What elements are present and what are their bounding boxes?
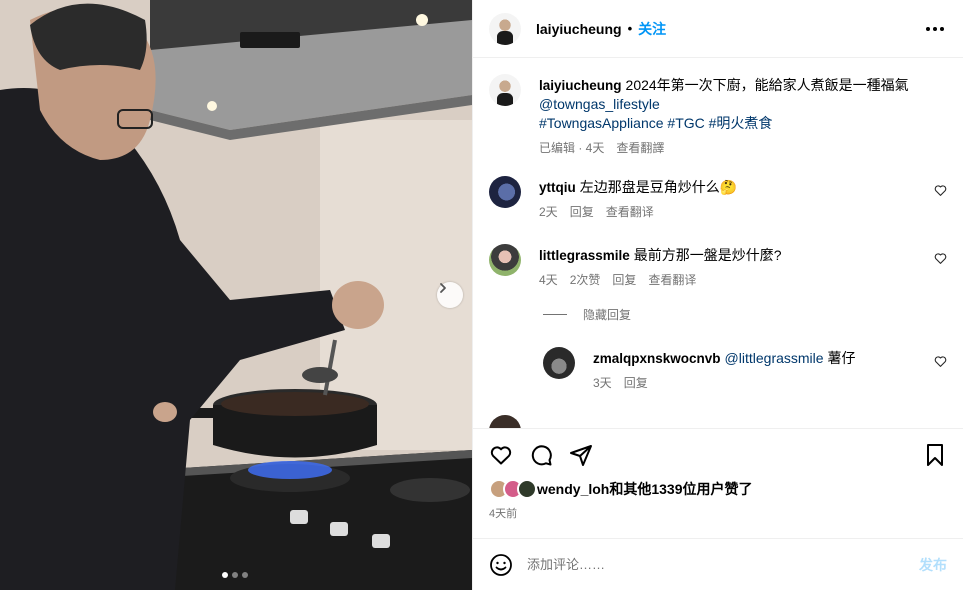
post-actions: wendy_loh和其他1339位用户赞了 4天前: [473, 428, 963, 538]
cooking-photo: [0, 0, 472, 590]
comment-username[interactable]: littlegrassmile: [539, 248, 630, 263]
comment-reply-button[interactable]: 回复: [570, 203, 594, 222]
comment-reply: zmalqpxnskwocnvb @littlegrassmile 薯仔 3天 回…: [543, 347, 947, 393]
comment-input[interactable]: [527, 557, 919, 572]
liker-avatars: [489, 479, 537, 499]
reply-time: 3天: [593, 376, 612, 390]
comment-time: 2天: [539, 205, 558, 219]
comment-time: 4天: [539, 273, 558, 287]
like-reply-heart-icon[interactable]: [934, 355, 947, 368]
caption-mention[interactable]: @towngas_lifestyle: [539, 95, 947, 114]
reply-reply-button[interactable]: 回复: [624, 374, 648, 393]
post-photo[interactable]: [0, 0, 472, 590]
reply-mention[interactable]: @littlegrassmile: [725, 350, 824, 366]
caption-translate-button[interactable]: 查看翻譯: [616, 139, 664, 158]
post-header: laiyiucheung • 关注: [473, 0, 963, 58]
comment-translate-button[interactable]: 查看翻译: [648, 271, 696, 290]
comment: littlegrassmile 最前方那一盤是炒什麼? 4天 2次赞 回复 查看翻…: [489, 244, 947, 290]
hide-replies-button[interactable]: 隐藏回复: [543, 306, 947, 323]
comment-bubble-icon[interactable]: [529, 443, 553, 467]
post-comment-button[interactable]: 发布: [919, 555, 947, 575]
commenter-avatar[interactable]: [489, 244, 521, 276]
reply-username[interactable]: zmalqpxnskwocnvb: [593, 351, 721, 366]
carousel-dot: [242, 572, 248, 578]
comment-text: 最前方那一盤是炒什麼?: [633, 247, 782, 263]
bookmark-icon[interactable]: [923, 443, 947, 467]
commenter-avatar[interactable]: [489, 415, 521, 428]
carousel-indicator: [222, 572, 248, 578]
comment-username[interactable]: yttqiu: [539, 180, 576, 195]
like-comment-heart-icon[interactable]: [934, 184, 947, 197]
carousel-dot: [232, 572, 238, 578]
add-comment-bar: 发布: [473, 538, 963, 590]
next-photo-button[interactable]: [437, 282, 463, 308]
comment-likes-count[interactable]: 2次赞: [570, 271, 601, 290]
comment-reply-button[interactable]: 回复: [612, 271, 636, 290]
hide-replies-label: 隐藏回复: [583, 308, 632, 322]
likes-summary[interactable]: wendy_loh和其他1339位用户赞了: [489, 479, 947, 499]
more-options-icon[interactable]: [923, 17, 947, 41]
like-comment-heart-icon[interactable]: [934, 252, 947, 265]
reply-text: 薯仔: [827, 350, 856, 366]
commenter-avatar[interactable]: [489, 176, 521, 208]
caption-hashtags[interactable]: #TowngasAppliance #TGC #明火煮食: [539, 114, 947, 133]
owner-avatar[interactable]: [489, 12, 521, 45]
likes-count-text[interactable]: 和其他1339位用户赞了: [609, 481, 752, 497]
liker-username[interactable]: wendy_loh: [537, 481, 609, 497]
caption: laiyiucheung 2024年第一次下廚，能給家人煮飯是一種福氣 @town…: [489, 74, 947, 158]
comment-text: 左边那盘是豆角炒什么🤔: [579, 179, 738, 195]
comment-translate-button[interactable]: 查看翻译: [606, 203, 654, 222]
replies-divider: [543, 314, 567, 315]
caption-edited-time: 已编辑 · 4天: [539, 141, 605, 155]
replier-avatar[interactable]: [543, 347, 575, 379]
instagram-post-view: laiyiucheung • 关注 laiyiucheung 2024年第一次下廚…: [0, 0, 963, 590]
chevron-right-icon: [440, 283, 446, 293]
caption-text: 2024年第一次下廚，能給家人煮飯是一種福氣: [625, 77, 909, 93]
header-separator: •: [627, 21, 633, 36]
like-heart-icon[interactable]: [489, 443, 513, 467]
comment-partial: [489, 415, 947, 428]
caption-avatar[interactable]: [489, 74, 521, 106]
post-timestamp: 4天前: [489, 508, 518, 520]
caption-username[interactable]: laiyiucheung: [539, 78, 622, 93]
post-sidebar: laiyiucheung • 关注 laiyiucheung 2024年第一次下廚…: [472, 0, 963, 590]
follow-button[interactable]: 关注: [638, 19, 666, 39]
carousel-dot-active: [222, 572, 228, 578]
comment: yttqiu 左边那盘是豆角炒什么🤔 2天 回复 查看翻译: [489, 176, 947, 222]
comments-section[interactable]: laiyiucheung 2024年第一次下廚，能給家人煮飯是一種福氣 @town…: [473, 58, 963, 428]
share-send-icon[interactable]: [569, 443, 593, 467]
emoji-smiley-icon[interactable]: [489, 553, 513, 577]
owner-username[interactable]: laiyiucheung: [536, 21, 622, 37]
